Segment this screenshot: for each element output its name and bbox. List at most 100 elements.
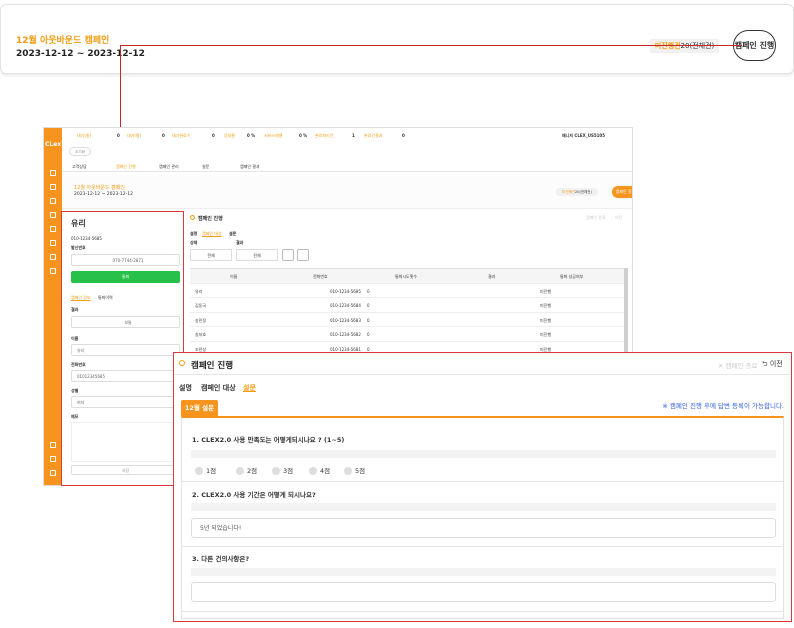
status-label: 대기완료수 <box>172 133 191 138</box>
search-icon[interactable] <box>282 249 294 261</box>
q1-option[interactable]: 4점 <box>309 465 330 475</box>
phone-label: 전화번호 <box>71 362 86 367</box>
radio-icon <box>309 467 317 475</box>
target-table: 이름 전화번호 통화시도횟수 결과 통화 성공여부 유리 010-1234-568… <box>190 268 624 356</box>
tab-call-history[interactable]: 통화이력 <box>98 295 113 301</box>
q1-option[interactable]: 3점 <box>272 465 293 475</box>
list-tab-description[interactable]: 설명 <box>190 231 197 237</box>
prev-button[interactable]: ⮌ 이전 <box>762 359 783 371</box>
call-button[interactable]: 통화 <box>71 271 180 283</box>
campaign-date-range: 2023-12-12 ~ 2023-12-12 <box>16 49 145 59</box>
status-value: 0 <box>212 133 215 138</box>
radio-icon <box>236 467 244 475</box>
clock-icon[interactable] <box>50 254 56 260</box>
headset-icon[interactable] <box>50 170 56 176</box>
memo-textarea[interactable] <box>71 422 180 462</box>
answer-2-input[interactable]: 5년 되었습니다! <box>191 518 776 538</box>
tab-consult[interactable]: 고객상담 <box>72 164 87 170</box>
tab-campaign-info[interactable]: 캠페인 정보 <box>71 295 91 301</box>
pending-count-badge: 미진행건20(전체건) <box>650 39 719 53</box>
chat-icon[interactable] <box>50 212 56 218</box>
q1-option[interactable]: 1점 <box>195 465 216 475</box>
list-title: 캠페인 진행 <box>198 216 223 222</box>
campaign-title: 12월 아웃바운드 캠페인 <box>74 185 125 191</box>
tab-campaign-manage[interactable]: 캠페인 관리 <box>159 164 179 170</box>
status-value: 0 % <box>299 133 308 138</box>
caller-number-label: 발신번호 <box>71 245 86 250</box>
logout-icon[interactable] <box>50 470 56 476</box>
workspace-tabs: 고객상담 캠페인 진행 캠페인 관리 설문 캠페인 결과 <box>62 161 632 172</box>
gender-input[interactable]: 여자 <box>71 396 180 408</box>
name-input[interactable]: 유리 <box>71 344 180 356</box>
status-label: 서비스레벨 <box>264 133 283 138</box>
gear-icon <box>179 360 185 366</box>
list-tab-target[interactable]: 캠페인 대상 <box>202 231 222 237</box>
gender-label: 성별 <box>71 388 79 393</box>
settings-icon[interactable] <box>50 456 56 462</box>
tab-survey[interactable]: 설문 <box>243 383 256 393</box>
campaign-end-button[interactable]: ✕ 캠페인 종료 <box>718 360 757 370</box>
status-topbar: 대기(총) 0 대기(평) 0 대기완료수 0 응대율 0 % 서비스레벨 0 … <box>62 128 632 142</box>
caller-number-select[interactable]: 070-7744-2871 <box>71 254 180 266</box>
question-2: 2. CLEX2.0 사용 기간은 어떻게 되시나요? <box>192 491 316 499</box>
table-row[interactable]: 송민정 010-1234-5683 0 미진행 <box>190 313 624 327</box>
monitor-icon[interactable] <box>50 442 56 448</box>
document-icon[interactable] <box>50 184 56 190</box>
question-3: 3. 다른 건의사항은? <box>192 555 250 563</box>
radio-icon <box>272 467 280 475</box>
status-value: 0 <box>117 133 120 138</box>
answer-3-input[interactable] <box>191 582 776 602</box>
tab-campaign-progress[interactable]: 캠페인 진행 <box>116 164 136 170</box>
status-value: 0 <box>162 133 165 138</box>
divider <box>182 546 783 547</box>
table-row[interactable]: 유리 010-1234-5685 0 미진행 <box>190 284 624 298</box>
tab-description[interactable]: 설명 <box>179 383 192 393</box>
result-select[interactable]: 보통 <box>71 316 180 328</box>
status-filter-label: 상태 <box>190 240 198 245</box>
tab-campaign-result[interactable]: 캠페인 결과 <box>240 164 260 170</box>
save-button[interactable]: 저장 <box>71 465 180 475</box>
refresh-button[interactable]: 초기화 <box>69 147 91 156</box>
result-filter-select[interactable]: 전체 <box>236 249 278 261</box>
survey-tab[interactable]: 12월 설문 <box>181 400 218 416</box>
customer-panel: 유리 010-1234-5685 발신번호 070-7744-2871 통화 캠… <box>61 211 184 486</box>
status-value: 1 <box>352 133 355 138</box>
status-label: 응대율 <box>224 133 236 138</box>
campaign-icon[interactable] <box>50 198 56 204</box>
divider <box>182 611 783 612</box>
memo-label: 메모 <box>71 414 79 419</box>
user-name[interactable]: 매니저 CLEX_US5105 <box>562 133 605 139</box>
screen: 12월 아웃바운드 캠페인 2023-12-12 ~ 2023-12-12 미진… <box>0 0 794 628</box>
status-label: 완료건결과 <box>364 133 383 138</box>
campaign-end-button[interactable]: 캠페인 종료 <box>612 186 632 198</box>
q1-option[interactable]: 5점 <box>344 465 365 475</box>
report-icon[interactable] <box>50 268 56 274</box>
tab-survey[interactable]: 설문 <box>202 164 209 170</box>
question-1-description <box>191 450 776 458</box>
campaign-target-list: 캠페인 진행 캠페인 종료 이전 설명 캠페인 대상 설문 상태 결과 전체 전… <box>190 212 630 358</box>
status-filter-select[interactable]: 전체 <box>190 249 232 261</box>
table-row[interactable]: 송지호 010-1234-5682 0 미진행 <box>190 327 624 342</box>
campaign-date-range: 2023-12-12 ~ 2023-12-12 <box>74 192 133 197</box>
phone-input[interactable]: 01012345685 <box>71 370 180 382</box>
campaign-title: 12월 아웃바운드 캠페인 <box>16 36 110 46</box>
name-label: 이름 <box>71 336 79 341</box>
question-2-description <box>191 503 776 511</box>
reset-icon[interactable] <box>297 249 309 261</box>
radio-icon <box>195 467 203 475</box>
campaign-header: 12월 아웃바운드 캠페인 2023-12-12 ~ 2023-12-12 미진… <box>62 175 632 209</box>
survey-icon[interactable] <box>50 240 56 246</box>
book-icon[interactable] <box>50 226 56 232</box>
q1-option[interactable]: 2점 <box>236 465 257 475</box>
tab-campaign-target[interactable]: 캠페인 대상 <box>201 383 236 393</box>
sidebar: CLex <box>44 128 62 485</box>
result-label: 결과 <box>71 307 79 312</box>
list-end-button[interactable]: 캠페인 종료 <box>586 215 606 221</box>
table-scrollbar[interactable] <box>624 268 628 356</box>
gear-icon <box>190 215 195 220</box>
list-prev-button[interactable]: 이전 <box>615 215 622 221</box>
list-tab-survey[interactable]: 설문 <box>229 231 236 237</box>
table-row[interactable]: 김동국 010-1234-5684 0 미진행 <box>190 298 624 313</box>
status-value: 0 <box>402 133 405 138</box>
modal-header: 캠페인 진행 ✕ 캠페인 종료 ⮌ 이전 <box>174 353 790 375</box>
